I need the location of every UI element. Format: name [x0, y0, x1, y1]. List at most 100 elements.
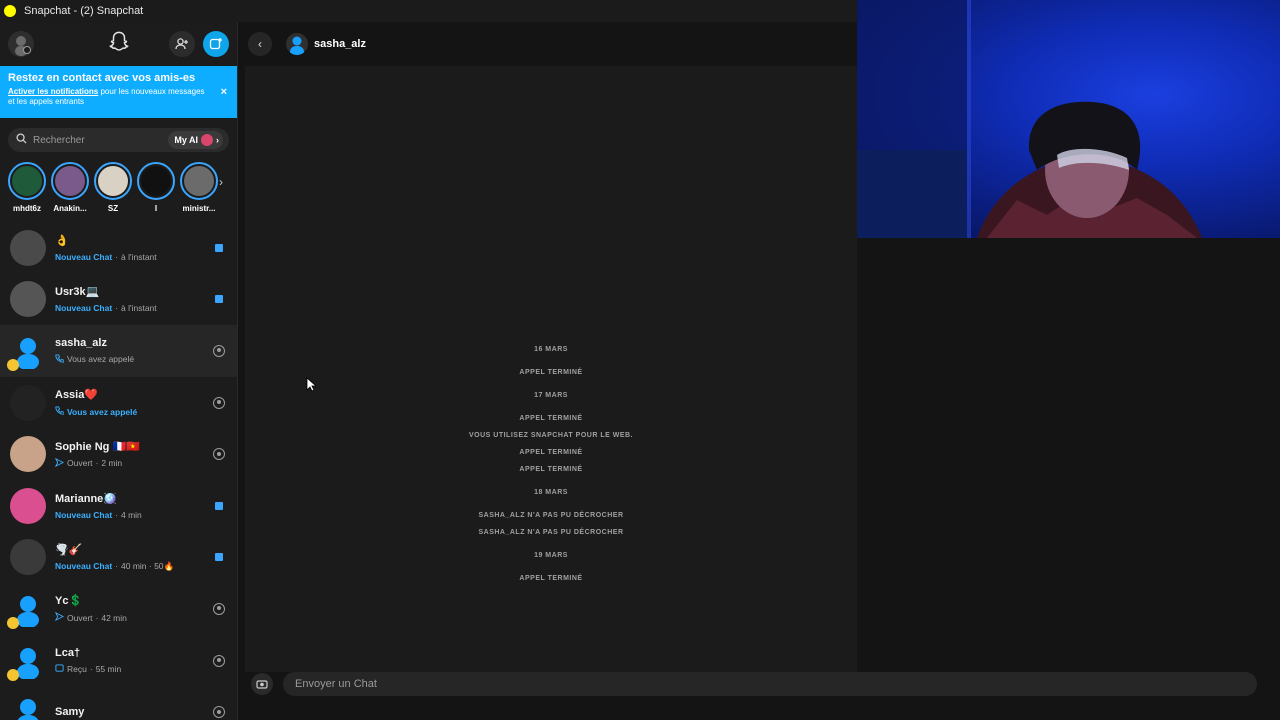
my-ai-button[interactable]: My AI › — [168, 131, 223, 149]
stories-row: mhdt6z Anakin... SZ Iministr... › — [0, 152, 237, 222]
story-avatar — [8, 162, 46, 200]
search-bar[interactable]: Rechercher My AI › — [8, 128, 229, 152]
chat-status: Reçu — [67, 664, 87, 675]
sent-arrow-icon — [54, 612, 65, 623]
stories-next-icon[interactable]: › — [219, 175, 223, 189]
chat-status-line: Vous avez appelé — [55, 354, 211, 365]
chat-time: à l'instant — [121, 303, 157, 314]
chat-list-item[interactable]: Assia❤️ Vous avez appelé — [0, 377, 237, 429]
chat-list-item[interactable]: 👌 Nouveau Chat · à l'instant — [0, 222, 237, 274]
separator-dot: · — [95, 612, 99, 623]
snapchat-app-icon — [4, 5, 16, 17]
chat-list-item[interactable]: Usr3k💻 Nouveau Chat · à l'instant — [0, 274, 237, 326]
camera-reply-icon[interactable] — [211, 706, 227, 719]
chat-meta: Samy — [55, 706, 211, 718]
chat-meta: Yc💲 Ouvert · 42 min — [54, 594, 211, 623]
chat-meta: 👌 Nouveau Chat · à l'instant — [55, 234, 211, 262]
message-input[interactable]: Envoyer un Chat — [283, 672, 1257, 696]
conversation-event: SASHA_ALZ N'A PAS PU DÉCROCHER — [478, 529, 624, 536]
enable-notifications-link[interactable]: Activer les notifications — [8, 87, 98, 96]
chat-list: 👌 Nouveau Chat · à l'instant Usr3k💻 Nouveau C… — [0, 222, 237, 720]
sent-arrow-icon — [54, 457, 65, 469]
story-name: I — [154, 204, 158, 213]
chat-list-item[interactable]: Marianne🪩 Nouveau Chat · 4 min — [0, 480, 237, 532]
conversation-event: APPEL TERMINÉ — [519, 575, 583, 582]
chat-name: Sophie Ng 🇫🇷🇻🇳 — [55, 440, 140, 453]
chat-name: Assia❤️ — [55, 389, 99, 402]
chat-status-line: Ouvert · 42 min — [54, 612, 211, 623]
camera-reply-icon[interactable] — [211, 448, 227, 461]
chat-meta: Lca† Reçu · 55 min — [55, 647, 211, 675]
profile-avatar[interactable] — [8, 31, 34, 57]
mouse-cursor — [306, 377, 318, 397]
chat-status: Ouvert — [67, 458, 93, 469]
chat-meta: Sophie Ng 🇫🇷🇻🇳 Ouvert · 2 min — [54, 440, 211, 469]
camera-reply-icon[interactable] — [211, 396, 227, 409]
conversation-event: SASHA_ALZ N'A PAS PU DÉCROCHER — [478, 512, 624, 519]
chat-name: 🌪️🎸 — [55, 543, 83, 556]
chat-list-item[interactable]: Yc💲 Ouvert · 42 min — [0, 583, 237, 635]
chat-status-line: Nouveau Chat · 4 min — [55, 510, 211, 520]
sidebar-header — [0, 22, 237, 66]
chat-status-line: Ouvert · 2 min — [54, 457, 211, 469]
camera-reply-icon[interactable] — [211, 654, 227, 667]
chat-meta: Usr3k💻 Nouveau Chat · à l'instant — [55, 285, 211, 313]
chat-name: Samy — [55, 706, 85, 719]
chat-status: Ouvert — [67, 612, 93, 623]
chat-list-item[interactable]: sasha_alz Vous avez appelé — [0, 325, 237, 377]
chat-list-item[interactable]: 🌪️🎸 Nouveau Chat · 40 min · 50🔥 — [0, 532, 237, 584]
unread-chat-icon[interactable] — [211, 553, 227, 562]
chat-status-line: Nouveau Chat · à l'instant — [55, 303, 211, 313]
chat-name: sasha_alz — [55, 336, 107, 349]
my-ai-avatar — [201, 134, 213, 146]
chat-avatar — [10, 384, 46, 421]
banner-close-button[interactable]: × — [221, 86, 227, 98]
message-area: 16 MARS APPEL TERMINÉ 17 MARS APPEL TERMINÉ… — [245, 66, 857, 672]
new-chat-icon[interactable] — [203, 31, 229, 57]
camera-reply-icon[interactable] — [211, 602, 227, 615]
chat-list-item[interactable]: Lca† Reçu · 55 min — [0, 635, 237, 687]
conversation-event: APPEL TERMINÉ — [519, 466, 583, 473]
chat-list-item[interactable]: Sophie Ng 🇫🇷🇻🇳 Ouvert · 2 min — [0, 428, 237, 480]
conversation-event: 19 MARS — [534, 552, 568, 559]
camera-reply-icon[interactable] — [211, 344, 227, 357]
conversation-event: 18 MARS — [534, 489, 568, 496]
unread-chat-icon[interactable] — [211, 243, 227, 252]
story-item[interactable]: ministr... — [180, 162, 218, 222]
chat-status: Vous avez appelé — [67, 354, 135, 365]
chat-list-item[interactable]: Samy — [0, 686, 237, 720]
chat-bubble-icon — [55, 663, 64, 675]
chat-name: Marianne🪩 — [55, 492, 117, 505]
chat-status-line: Nouveau Chat · 40 min · 50🔥 — [55, 561, 211, 572]
sidebar: Restez en contact avec vos amis-es Activ… — [0, 22, 238, 720]
banner-text: Activer les notifications pour les nouve… — [8, 87, 213, 107]
unread-chat-icon[interactable] — [211, 501, 227, 510]
search-input[interactable]: Rechercher — [33, 135, 168, 146]
story-item[interactable]: Anakin... — [51, 162, 89, 222]
chat-time: 55 min — [95, 664, 122, 675]
chat-status: Nouveau Chat — [55, 561, 113, 572]
chat-avatar — [7, 643, 46, 681]
story-item[interactable]: SZ — [94, 162, 132, 222]
snapchat-ghost-icon[interactable] — [108, 31, 130, 58]
chat-status: Nouveau Chat — [55, 303, 113, 314]
contact-name[interactable]: sasha_alz — [314, 38, 366, 50]
chat-name: Yc💲 — [55, 595, 83, 608]
chat-meta: sasha_alz Vous avez appelé — [55, 337, 211, 365]
chat-avatar — [7, 333, 46, 371]
chat-time: 2 min — [101, 458, 123, 469]
camera-icon[interactable] — [251, 673, 273, 695]
chat-status-line: Vous avez appelé — [55, 406, 211, 417]
chat-name: Usr3k💻 — [55, 286, 100, 299]
webcam-feed — [857, 0, 1202, 238]
contact-avatar[interactable] — [286, 33, 308, 55]
story-avatar — [137, 162, 175, 200]
story-item[interactable]: I — [137, 162, 175, 222]
chat-status: Nouveau Chat — [55, 251, 113, 262]
add-friend-icon[interactable] — [169, 31, 195, 57]
chat-avatar — [10, 539, 46, 576]
back-button[interactable]: ‹ — [248, 32, 272, 56]
story-item[interactable]: mhdt6z — [8, 162, 46, 222]
separator-dot: · — [115, 303, 118, 314]
unread-chat-icon[interactable] — [211, 295, 227, 304]
